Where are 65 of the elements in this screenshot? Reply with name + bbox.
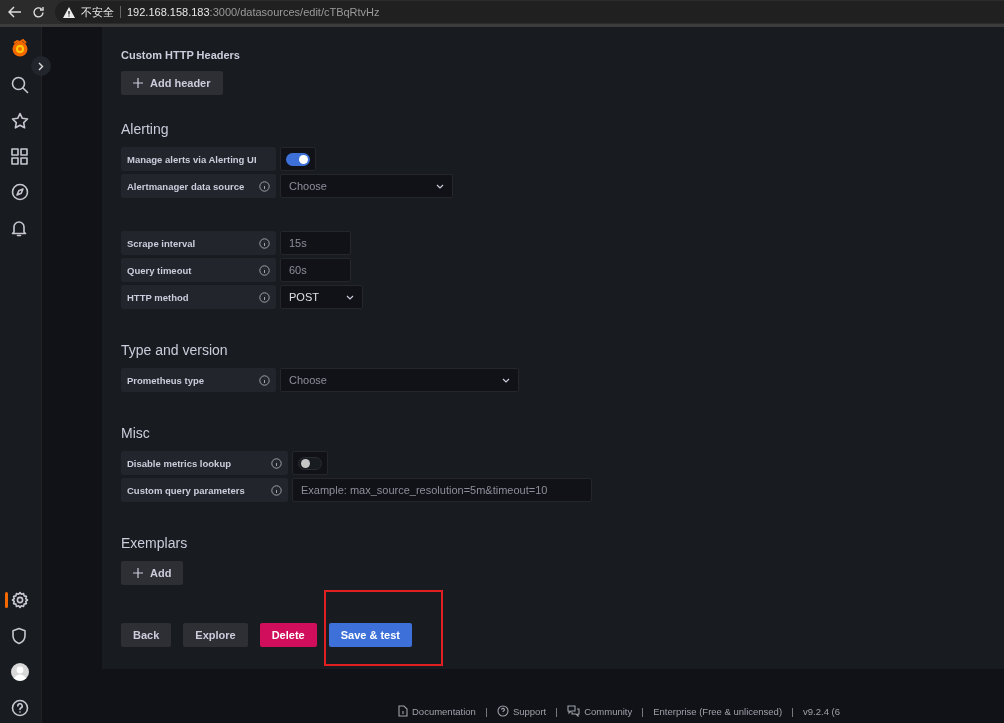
- info-icon: [259, 291, 270, 303]
- section-title: Exemplars: [121, 535, 189, 551]
- compass-icon[interactable]: [10, 183, 29, 201]
- settings-icon[interactable]: [10, 591, 29, 609]
- info-icon: [259, 180, 270, 192]
- security-label: 不安全: [81, 4, 114, 20]
- info-icon: [259, 264, 270, 276]
- star-icon[interactable]: [10, 112, 29, 130]
- label-text: Alertmanager data source: [127, 180, 245, 192]
- info-icon: [271, 457, 282, 469]
- footer-link[interactable]: Enterprise (Free & unlicensed): [653, 706, 783, 717]
- swirl-logo-icon[interactable]: [10, 39, 29, 58]
- toggle-switch[interactable]: [292, 451, 328, 475]
- add-button[interactable]: Add: [121, 561, 184, 585]
- grid-icon[interactable]: [10, 148, 28, 165]
- back-arrow-icon[interactable]: [8, 6, 22, 18]
- action-button[interactable]: Back: [121, 623, 172, 647]
- help-icon: [496, 705, 509, 717]
- caret-icon: [346, 294, 354, 300]
- label-text: HTTP method: [127, 291, 189, 303]
- select-dropdown[interactable]: Choose: [280, 368, 519, 392]
- select-dropdown[interactable]: POST: [280, 285, 363, 309]
- toggle-switch[interactable]: [280, 147, 316, 171]
- bell-icon[interactable]: [10, 219, 27, 237]
- avatar-icon[interactable]: [10, 663, 29, 681]
- section-title: Custom HTTP Headers: [121, 49, 241, 61]
- section-title: Alerting: [121, 121, 170, 137]
- document-icon: [398, 705, 408, 717]
- label-text: Prometheus type: [127, 374, 205, 386]
- address-bar[interactable]: 不安全 192.168.158.183:3000/datasources/edit/cTBqRtvHz: [55, 1, 1004, 23]
- footer-link[interactable]: v9.2.4 (6: [803, 706, 841, 717]
- action-button[interactable]: Explore: [183, 623, 248, 647]
- action-button[interactable]: Save & test: [328, 623, 412, 647]
- section-title: Misc: [121, 425, 151, 441]
- footer-link[interactable]: Documentation: [398, 705, 476, 717]
- chevron-right-icon: [38, 61, 44, 71]
- search-icon[interactable]: [10, 76, 29, 94]
- info-icon: [259, 374, 270, 386]
- select-dropdown[interactable]: Choose: [280, 174, 453, 198]
- input-field[interactable]: Example: max_source_resolution=5m&timeout=10: [292, 478, 592, 502]
- warning-icon: [63, 6, 75, 18]
- plus-icon: [133, 78, 143, 88]
- label-text: Disable metrics lookup: [127, 457, 231, 469]
- label-text: Query timeout: [127, 264, 192, 276]
- expand-button[interactable]: [31, 56, 51, 76]
- action-button[interactable]: Delete: [259, 623, 317, 647]
- footer-link[interactable]: Community: [567, 705, 633, 717]
- section-title: Type and version: [121, 342, 229, 358]
- label-text: Scrape interval: [127, 237, 196, 249]
- label-text: Manage alerts via Alerting UI: [127, 153, 257, 165]
- plus-icon: [133, 568, 143, 578]
- footer-link[interactable]: Support: [496, 705, 547, 717]
- caret-icon: [436, 183, 444, 189]
- shield-icon[interactable]: [10, 627, 27, 645]
- info-icon: [271, 484, 282, 496]
- label-text: Custom query parameters: [127, 484, 245, 496]
- info-icon: [259, 237, 270, 249]
- help-icon[interactable]: [10, 699, 29, 717]
- caret-icon: [502, 377, 510, 383]
- reload-icon[interactable]: [32, 5, 45, 19]
- add-button[interactable]: Add header: [121, 71, 223, 95]
- chat-icon: [567, 705, 581, 717]
- input-field[interactable]: 60s: [280, 258, 351, 282]
- url-text: 192.168.158.183:3000/datasources/edit/cTBqRtvHz: [127, 6, 380, 18]
- input-field[interactable]: 15s: [280, 231, 351, 255]
